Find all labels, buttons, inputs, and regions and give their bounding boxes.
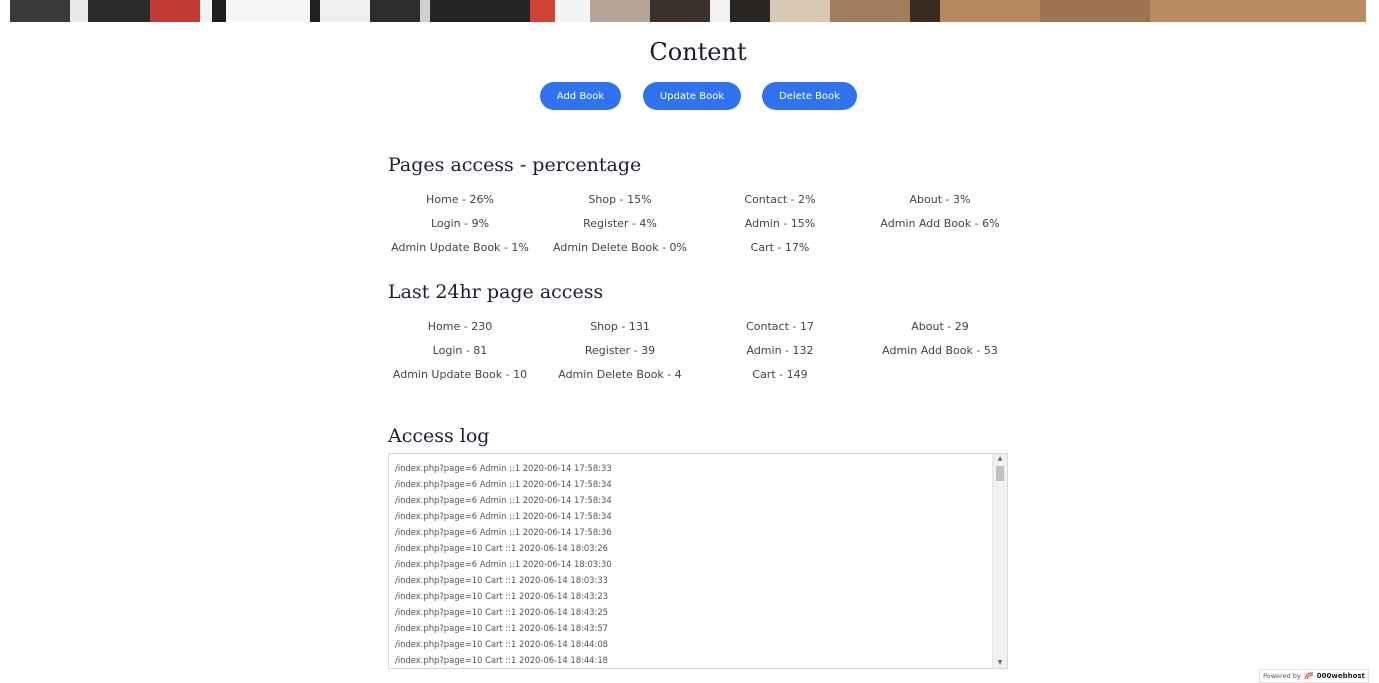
last-item-home: Home - 230 [427, 320, 493, 333]
scrollbar-thumb[interactable] [996, 466, 1004, 481]
log-line: /index.php?page=10 Cart ::1 2020-06-14 1… [395, 591, 608, 601]
pct-item-contact: Contact - 2% [744, 193, 816, 206]
last-item-shop: Shop - 131 [590, 320, 650, 333]
scroll-down-arrow-icon[interactable]: ▼ [993, 658, 1007, 668]
pct-item-home: Home - 26% [426, 193, 494, 206]
powered-by-label: Powered by [1263, 672, 1301, 680]
update-book-button[interactable]: Update Book [643, 82, 741, 110]
log-line: /index.php?page=10 Cart ::1 2020-06-14 1… [395, 543, 608, 553]
last-item-admin-add-book: Admin Add Book - 53 [882, 344, 998, 357]
pages-access-percentage-grid: Home - 26% Shop - 15% Contact - 2% About… [380, 188, 1020, 260]
webhost-name: 000webhost [1316, 672, 1365, 680]
log-line: /index.php?page=10 Cart ::1 2020-06-14 1… [395, 575, 608, 585]
access-log-scrollbar[interactable]: ▲ ▼ [992, 454, 1007, 668]
access-log-title: Access log [388, 425, 490, 447]
last-item-about: About - 29 [911, 320, 969, 333]
pct-item-admin-delete-book: Admin Delete Book - 0% [553, 241, 687, 254]
last-item-cart: Cart - 149 [752, 368, 808, 381]
access-log-textarea[interactable]: /index.php?page=6 Admin ::1 2020-06-14 1… [388, 453, 1008, 669]
last-item-register: Register - 39 [584, 344, 656, 357]
access-log-lines: /index.php?page=6 Admin ::1 2020-06-14 1… [395, 460, 985, 668]
scroll-up-arrow-icon[interactable]: ▲ [993, 454, 1007, 464]
pct-item-admin-add-book: Admin Add Book - 6% [880, 217, 1000, 230]
last-item-admin: Admin - 132 [746, 344, 814, 357]
pct-item-admin: Admin - 15% [744, 217, 816, 230]
pct-item-login: Login - 9% [430, 217, 490, 230]
log-line: /index.php?page=10 Cart ::1 2020-06-14 1… [395, 639, 608, 649]
pct-item-register: Register - 4% [583, 217, 657, 230]
log-line: /index.php?page=6 Admin ::1 2020-06-14 1… [395, 463, 612, 473]
pct-item-admin-update-book: Admin Update Book - 1% [391, 241, 529, 254]
last-24hr-access-title: Last 24hr page access [388, 281, 604, 303]
log-line: /index.php?page=10 Cart ::1 2020-06-14 1… [395, 623, 608, 633]
log-line: /index.php?page=10 Cart ::1 2020-06-14 1… [395, 607, 608, 617]
powered-by-badge[interactable]: Powered by 000webhost [1259, 669, 1369, 683]
add-book-button[interactable]: Add Book [540, 82, 621, 110]
log-line: /index.php?page=6 Admin ::1 2020-06-14 1… [395, 527, 612, 537]
log-line: /index.php?page=6 Admin ::1 2020-06-14 1… [395, 495, 612, 505]
pages-access-percentage-title: Pages access - percentage [388, 154, 642, 176]
last-item-admin-update-book: Admin Update Book - 10 [392, 368, 528, 381]
last-item-login: Login - 81 [432, 344, 488, 357]
pct-item-about: About - 3% [909, 193, 971, 206]
log-line: /index.php?page=6 Admin ::1 2020-06-14 1… [395, 479, 612, 489]
webhost-logo-icon [1304, 672, 1314, 680]
delete-book-button[interactable]: Delete Book [762, 82, 857, 110]
log-line: /index.php?page=6 Admin ::1 2020-06-14 1… [395, 559, 612, 569]
pct-item-cart: Cart - 17% [750, 241, 810, 254]
log-line: /index.php?page=10 Cart ::1 2020-06-14 1… [395, 655, 608, 665]
pct-item-shop: Shop - 15% [588, 193, 652, 206]
last-item-admin-delete-book: Admin Delete Book - 4 [558, 368, 682, 381]
last-24hr-access-grid: Home - 230 Shop - 131 Contact - 17 About… [380, 315, 1020, 387]
content-title: Content [649, 38, 747, 66]
log-line: /index.php?page=6 Admin ::1 2020-06-14 1… [395, 511, 612, 521]
last-item-contact: Contact - 17 [746, 320, 814, 333]
header-banner-image [10, 0, 1366, 22]
